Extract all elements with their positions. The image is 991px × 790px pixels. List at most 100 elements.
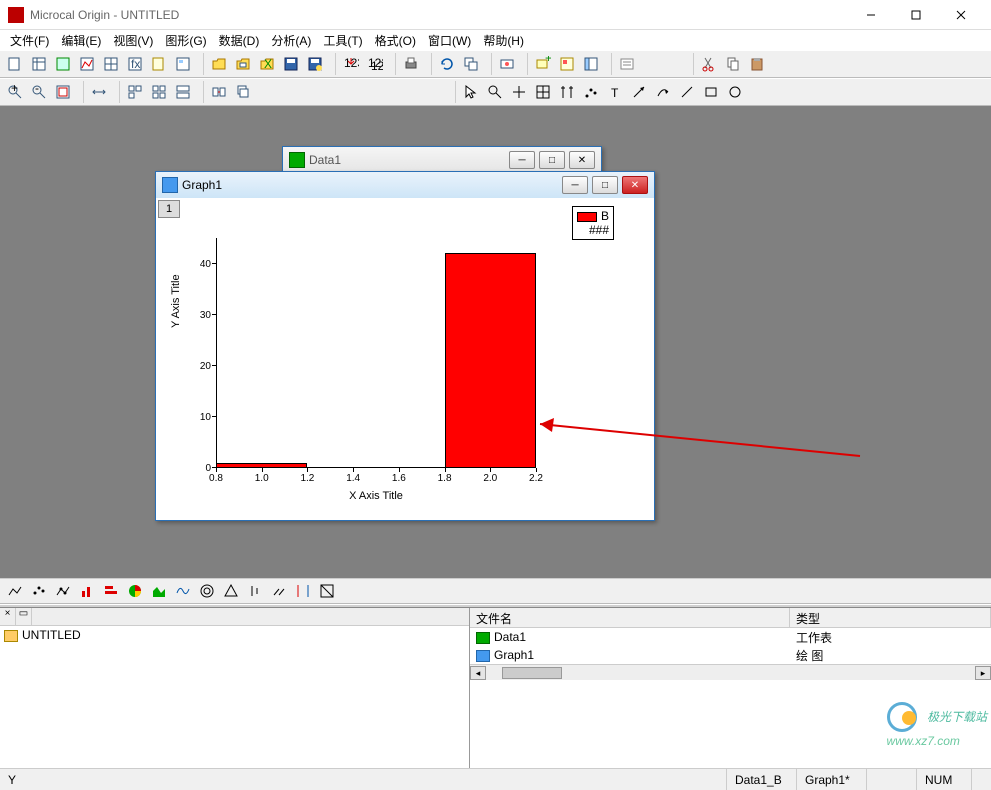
hilo-plot-button[interactable] xyxy=(244,580,266,602)
data-reader-tool[interactable] xyxy=(532,81,554,103)
window-graph1-titlebar[interactable]: Graph1 ─ □ ✕ xyxy=(156,172,654,198)
y-axis-title[interactable]: Y Axis Title xyxy=(170,274,182,328)
open-excel-button[interactable]: X xyxy=(256,53,278,75)
project-tree[interactable]: UNTITLED xyxy=(0,626,469,768)
tree-pin-button[interactable]: ▭ xyxy=(16,608,32,625)
new-function-button[interactable]: fx xyxy=(124,53,146,75)
rescale-button[interactable] xyxy=(88,81,110,103)
status-grip[interactable] xyxy=(971,769,991,790)
zoom-in-button[interactable]: + xyxy=(4,81,26,103)
extract-layer-button[interactable] xyxy=(124,81,146,103)
polar-plot-button[interactable] xyxy=(196,580,218,602)
graph1-minimize-button[interactable]: ─ xyxy=(562,176,588,194)
paste-button[interactable] xyxy=(746,53,768,75)
add-layer-button[interactable]: + xyxy=(532,53,554,75)
rect-tool[interactable] xyxy=(700,81,722,103)
screen-reader-tool[interactable] xyxy=(508,81,530,103)
list-hscrollbar[interactable]: ◂ ▸ xyxy=(470,664,991,680)
menu-tools[interactable]: 工具(T) xyxy=(317,30,368,51)
chart-bar[interactable] xyxy=(445,253,536,468)
tree-close-button[interactable]: × xyxy=(0,608,16,625)
pie-plot-button[interactable] xyxy=(124,580,146,602)
graph1-close-button[interactable]: ✕ xyxy=(622,176,648,194)
line-tool[interactable] xyxy=(676,81,698,103)
line-symbol-plot-button[interactable] xyxy=(52,580,74,602)
save-template-button[interactable] xyxy=(304,53,326,75)
plot-area[interactable]: Y Axis Title X Axis Title 0102030400.81.… xyxy=(216,238,536,468)
open-button[interactable] xyxy=(208,53,230,75)
maximize-button[interactable] xyxy=(893,1,938,29)
cut-button[interactable] xyxy=(698,53,720,75)
list-item[interactable]: Data1 工作表 xyxy=(470,628,991,646)
column-plot-button[interactable] xyxy=(76,580,98,602)
link-layer-button[interactable] xyxy=(208,81,230,103)
scroll-left-button[interactable]: ◂ xyxy=(470,666,486,680)
col-header-name[interactable]: 文件名 xyxy=(470,608,790,627)
data1-close-button[interactable]: ✕ xyxy=(569,151,595,169)
new-layout-button[interactable] xyxy=(172,53,194,75)
zoom-tool[interactable] xyxy=(484,81,506,103)
bar-plot-button[interactable] xyxy=(100,580,122,602)
text-tool[interactable]: T xyxy=(604,81,626,103)
vector-plot-button[interactable] xyxy=(268,580,290,602)
template-button[interactable] xyxy=(316,580,338,602)
spline-plot-button[interactable] xyxy=(172,580,194,602)
menu-graph[interactable]: 图形(G) xyxy=(159,30,212,51)
new-excel-button[interactable] xyxy=(52,53,74,75)
import-multiple-button[interactable]: 123123 xyxy=(364,53,386,75)
open-template-button[interactable] xyxy=(232,53,254,75)
scatter-plot-button[interactable] xyxy=(28,580,50,602)
minimize-button[interactable] xyxy=(848,1,893,29)
double-y-button[interactable] xyxy=(292,580,314,602)
scroll-thumb[interactable] xyxy=(502,667,562,679)
list-item[interactable]: Graph1 绘 图 xyxy=(470,646,991,664)
pointer-tool[interactable] xyxy=(460,81,482,103)
menu-help[interactable]: 帮助(H) xyxy=(477,30,530,51)
chart-legend[interactable]: B ### xyxy=(572,206,614,240)
print-button[interactable] xyxy=(400,53,422,75)
new-notes-button[interactable] xyxy=(148,53,170,75)
x-axis-title[interactable]: X Axis Title xyxy=(349,490,403,502)
draw-data-tool[interactable] xyxy=(580,81,602,103)
graph1-maximize-button[interactable]: □ xyxy=(592,176,618,194)
layer-tab-1[interactable]: 1 xyxy=(158,200,180,218)
stack-layer-button[interactable] xyxy=(232,81,254,103)
data1-maximize-button[interactable]: □ xyxy=(539,151,565,169)
results-log-button[interactable] xyxy=(616,53,638,75)
zoom-out-button[interactable]: - xyxy=(28,81,50,103)
arrow-tool[interactable] xyxy=(628,81,650,103)
window-graph1[interactable]: Graph1 ─ □ ✕ 1 B ### Y Axis Title X Axis… xyxy=(155,171,655,521)
save-button[interactable] xyxy=(280,53,302,75)
data1-minimize-button[interactable]: ─ xyxy=(509,151,535,169)
window-data1-titlebar[interactable]: Data1 ─ □ ✕ xyxy=(283,147,601,173)
close-button[interactable] xyxy=(938,1,983,29)
menu-view[interactable]: 视图(V) xyxy=(107,30,159,51)
new-project-button[interactable] xyxy=(4,53,26,75)
data-selector-tool[interactable] xyxy=(556,81,578,103)
circle-tool[interactable] xyxy=(724,81,746,103)
layer-tool-button[interactable] xyxy=(496,53,518,75)
curved-arrow-tool[interactable] xyxy=(652,81,674,103)
menu-file[interactable]: 文件(F) xyxy=(4,30,55,51)
ternary-plot-button[interactable] xyxy=(220,580,242,602)
arrange-layer-button[interactable] xyxy=(172,81,194,103)
import-ascii-button[interactable]: 123 xyxy=(340,53,362,75)
add-color-button[interactable] xyxy=(556,53,578,75)
new-matrix-button[interactable] xyxy=(100,53,122,75)
menu-format[interactable]: 格式(O) xyxy=(369,30,422,51)
area-plot-button[interactable] xyxy=(148,580,170,602)
duplicate-button[interactable] xyxy=(460,53,482,75)
explorer-button[interactable] xyxy=(580,53,602,75)
col-header-type[interactable]: 类型 xyxy=(790,608,991,627)
menu-edit[interactable]: 编辑(E) xyxy=(55,30,107,51)
new-graph-button[interactable] xyxy=(76,53,98,75)
line-plot-button[interactable] xyxy=(4,580,26,602)
refresh-button[interactable] xyxy=(436,53,458,75)
menu-data[interactable]: 数据(D) xyxy=(213,30,266,51)
tree-root-label[interactable]: UNTITLED xyxy=(22,628,81,642)
copy-button[interactable] xyxy=(722,53,744,75)
menu-window[interactable]: 窗口(W) xyxy=(422,30,477,51)
menu-analysis[interactable]: 分析(A) xyxy=(265,30,317,51)
new-worksheet-button[interactable] xyxy=(28,53,50,75)
whole-page-button[interactable] xyxy=(52,81,74,103)
